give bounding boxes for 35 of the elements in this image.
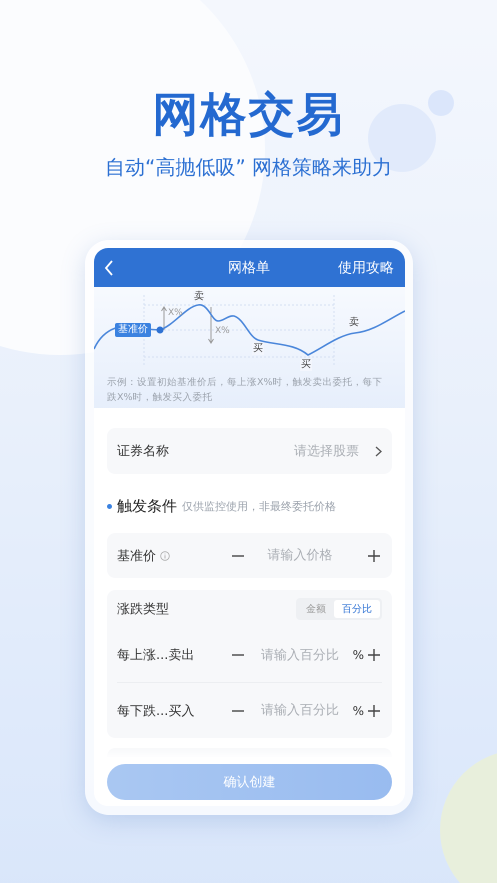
trade-label: 买: [300, 359, 312, 371]
percent-label: X%: [214, 325, 231, 337]
screen-title: 网格单: [228, 258, 270, 276]
segment-option[interactable]: 金额: [298, 600, 334, 618]
field-label: 每上涨...卖出: [117, 647, 194, 664]
security-select[interactable]: 证券名称 请选择股票: [107, 428, 392, 474]
subheadline: 自动“高抛低吸” 网格策略来助力: [104, 154, 392, 180]
section-note: 仅供监控使用，非最终委托价格: [182, 498, 336, 514]
unit-label: %: [352, 704, 364, 718]
guide-link[interactable]: 使用攻略: [338, 258, 394, 276]
field-label: 涨跌类型: [117, 601, 169, 618]
plus-icon[interactable]: [368, 649, 380, 661]
trade-label: 卖: [348, 317, 360, 329]
input-field[interactable]: 请输入价格: [252, 548, 348, 563]
field-label: 每下跌...买入: [117, 702, 194, 720]
down-arrow: [208, 306, 214, 344]
example-text: 示例：设置初始基准价后，每上涨X%时，触发卖出委托，每下跌X%时，触发买入委托: [107, 376, 384, 405]
unit-label: %: [352, 648, 364, 662]
field-label: 基准价: [117, 548, 156, 564]
chevron-icon: [375, 446, 382, 456]
base-point: [156, 326, 164, 334]
headline: 网格交易: [152, 86, 344, 142]
bullet-dot: [107, 504, 112, 508]
input-field[interactable]: 请输入百分比: [252, 703, 348, 718]
percent-label: X%: [167, 307, 184, 319]
up-arrow: [161, 306, 167, 330]
section-title: 触发条件: [117, 496, 177, 516]
segment-option[interactable]: 百分比: [334, 600, 380, 618]
trade-label: 买: [252, 343, 264, 355]
plus-icon[interactable]: [368, 704, 380, 716]
plus-icon[interactable]: [368, 550, 380, 562]
base-price-tag: 基准价: [115, 323, 151, 337]
input-field[interactable]: 请输入百分比: [252, 648, 348, 662]
back-icon[interactable]: [104, 260, 114, 276]
trade-label: 卖: [193, 291, 205, 303]
